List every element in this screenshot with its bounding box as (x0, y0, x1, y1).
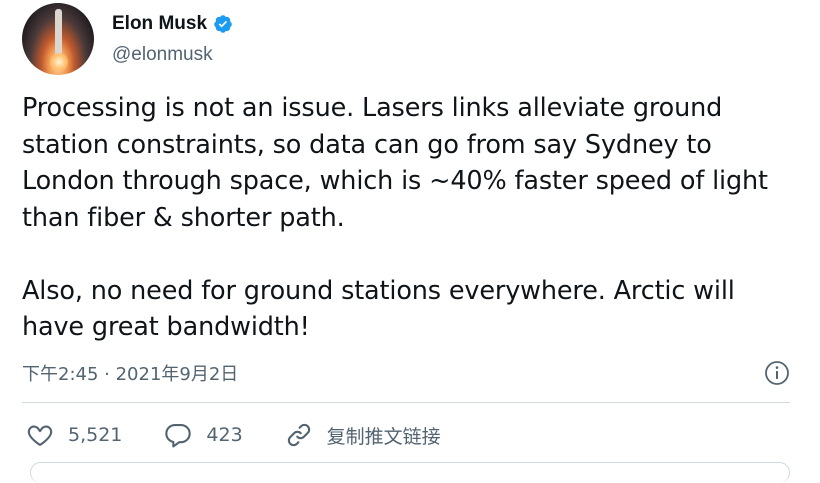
like-button[interactable]: 5,521 (26, 421, 122, 449)
tweet-paragraph-2: Also, no need for ground stations everyw… (22, 275, 735, 343)
reply-bubble-icon (165, 424, 192, 448)
info-icon[interactable] (764, 360, 790, 386)
tweet-actions: 5,521 423 复制推文链接 (26, 421, 483, 449)
tweet-paragraph-1: Processing is not an issue. Lasers links… (22, 93, 768, 233)
reply-button[interactable]: 423 (164, 421, 243, 449)
heart-icon (27, 425, 53, 446)
avatar[interactable] (22, 3, 94, 75)
divider (22, 402, 790, 403)
reply-box-edge (30, 462, 790, 483)
rocket-flame (50, 53, 68, 71)
link-icon (287, 423, 310, 447)
tweet-text: Processing is not an issue. Lasers links… (22, 90, 782, 346)
author-handle[interactable]: @elonmusk (112, 44, 213, 66)
verified-badge-icon (214, 15, 232, 33)
reply-count: 423 (206, 424, 243, 446)
copy-link-button[interactable]: 复制推文链接 (285, 421, 441, 449)
rocket-image (55, 9, 62, 57)
copy-link-label: 复制推文链接 (326, 425, 441, 448)
tweet-timestamp[interactable]: 下午2:45 · 2021年9月2日 (22, 360, 238, 386)
author-name-row: Elon Musk (112, 13, 233, 35)
like-count: 5,521 (68, 424, 123, 446)
author-name[interactable]: Elon Musk (112, 13, 207, 35)
